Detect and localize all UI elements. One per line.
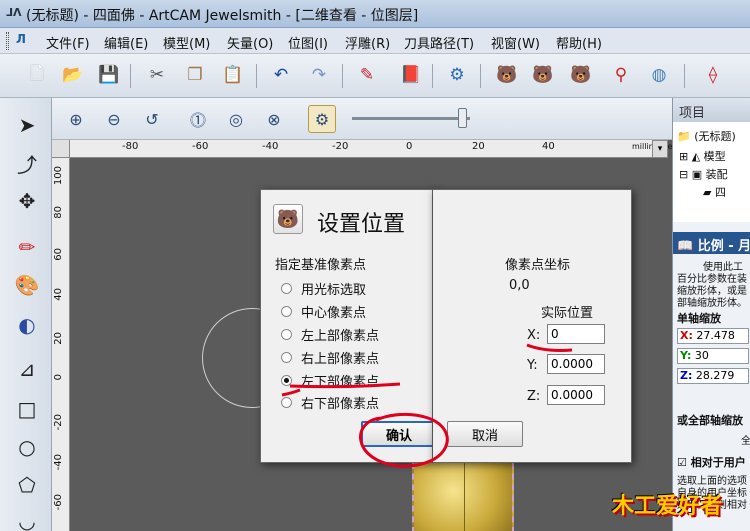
annotation-underline-option [289, 382, 401, 389]
annotation-circle-confirm [359, 412, 449, 468]
red-annotation-marks [281, 343, 573, 468]
annotation-tick [281, 388, 301, 397]
annotation-underline-x [526, 343, 573, 352]
site-watermark-logo: 木工爱好者 [612, 494, 723, 519]
